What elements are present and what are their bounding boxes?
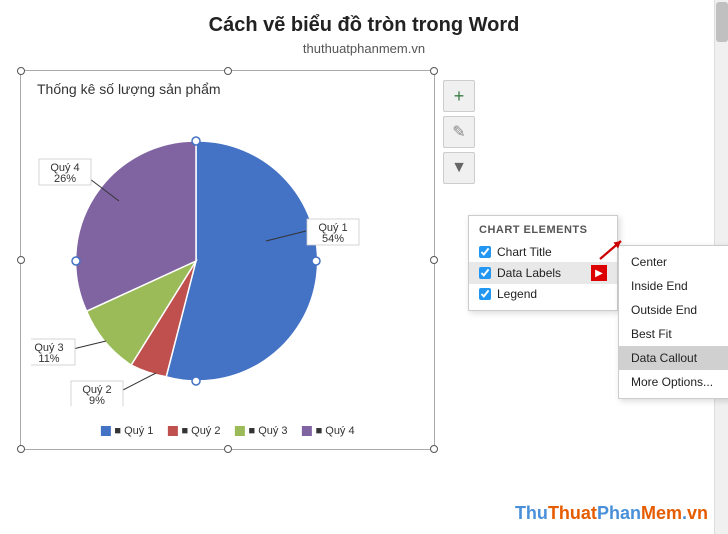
handle-tc[interactable] (224, 67, 232, 75)
chart-title: Thống kê số lượng sản phẩm (37, 81, 221, 97)
legend-label-quy3: ■ Quý 3 (249, 425, 288, 437)
page-subtitle: thuthuatphanmem.vn (0, 41, 728, 56)
legend-item-quy2: ■ Quý 2 (167, 425, 220, 437)
legend-label: Legend (497, 287, 607, 301)
callout-percent-quy1: 54% (322, 233, 344, 245)
scrollbar-thumb[interactable] (716, 2, 728, 42)
legend-label-quy1: ■ Quý 1 (114, 425, 153, 437)
callout-line-quy3 (73, 341, 106, 349)
chart-title-label: Chart Title (497, 245, 607, 259)
submenu-outside-end[interactable]: Outside End (619, 298, 728, 322)
submenu-best-fit[interactable]: Best Fit (619, 322, 728, 346)
submenu-inside-end[interactable]: Inside End (619, 274, 728, 298)
callout-percent-quy2: 9% (89, 395, 105, 406)
submenu-panel: Center Inside End Outside End Best Fit D… (618, 245, 728, 399)
callout-line-quy2 (121, 373, 156, 391)
callout-percent-quy4: 26% (54, 173, 76, 185)
legend-label-quy2: ■ Quý 2 (181, 425, 220, 437)
legend-label-quy4: ■ Quý 4 (316, 425, 355, 437)
legend-color-quy2 (167, 426, 177, 436)
handle-tl[interactable] (17, 67, 25, 75)
pie-handle-bottom (192, 377, 200, 385)
handle-bc[interactable] (224, 445, 232, 453)
handle-tr[interactable] (430, 67, 438, 75)
chart-container: Thống kê số lượng sản phẩm (20, 70, 435, 450)
submenu-more-options[interactable]: More Options... (619, 370, 728, 394)
chart-style-button[interactable]: ✎ (443, 116, 475, 148)
panel-item-legend[interactable]: Legend (469, 284, 617, 304)
legend-color-quy3 (235, 426, 245, 436)
watermark-vn: vn (687, 503, 708, 523)
legend-color-quy4 (302, 426, 312, 436)
pie-handle-right (312, 257, 320, 265)
legend-checkbox[interactable] (479, 288, 491, 300)
submenu-center[interactable]: Center (619, 250, 728, 274)
watermark: ThuThuatPhanMem.vn (515, 503, 708, 524)
data-labels-checkbox[interactable] (479, 267, 491, 279)
pie-chart-area: Quý 1 54% Quý 2 9% Quý 3 11% Quý 4 26% (31, 111, 411, 411)
watermark-phan: Phan (597, 503, 641, 523)
red-arrow-annotation (594, 238, 624, 268)
legend-item-quy1: ■ Quý 1 (100, 425, 153, 437)
pie-handle-top (192, 137, 200, 145)
add-chart-element-button[interactable]: + (443, 80, 475, 112)
chart-filter-button[interactable]: ▼ (443, 152, 475, 184)
chart-title-checkbox[interactable] (479, 246, 491, 258)
chart-legend: ■ Quý 1 ■ Quý 2 ■ Quý 3 ■ Quý 4 (100, 425, 354, 437)
handle-br[interactable] (430, 445, 438, 453)
watermark-thu: Thu (515, 503, 548, 523)
handle-mr[interactable] (430, 256, 438, 264)
watermark-mem: Mem (641, 503, 682, 523)
pie-chart-svg: Quý 1 54% Quý 2 9% Quý 3 11% Quý 4 26% (31, 111, 411, 406)
submenu-data-callout[interactable]: Data Callout (619, 346, 728, 370)
page-title: Cách vẽ biểu đồ tròn trong Word (0, 14, 728, 37)
legend-color-quy1 (100, 426, 110, 436)
watermark-thuat: Thuat (548, 503, 597, 523)
callout-percent-quy3: 11% (38, 353, 59, 365)
legend-item-quy4: ■ Quý 4 (302, 425, 355, 437)
handle-ml[interactable] (17, 256, 25, 264)
data-labels-label: Data Labels (497, 266, 585, 280)
handle-bl[interactable] (17, 445, 25, 453)
legend-item-quy3: ■ Quý 3 (235, 425, 288, 437)
pie-handle-left (72, 257, 80, 265)
